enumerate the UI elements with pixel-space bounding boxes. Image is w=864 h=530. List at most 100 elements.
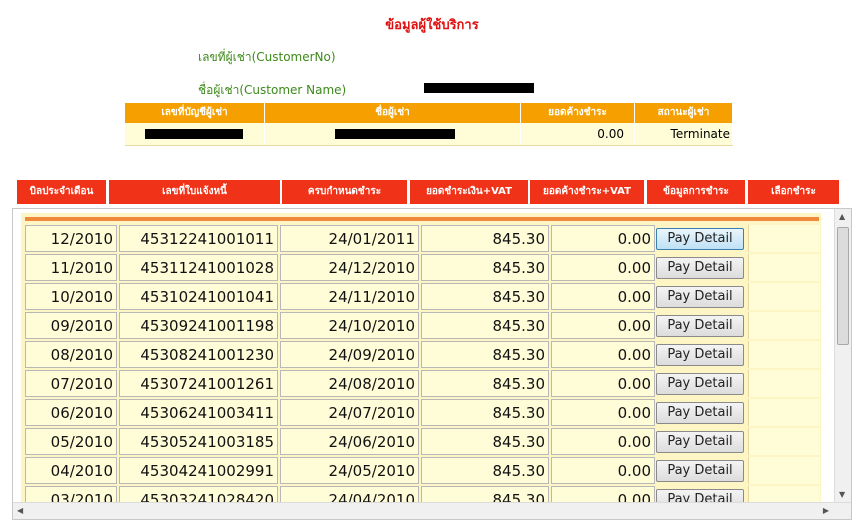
- bill-row: 12/2010 45312241001011 24/01/2011 845.30 0.0…: [25, 225, 821, 254]
- invoice-no-cell: 45306241003411: [119, 399, 278, 426]
- scroll-right-icon[interactable]: ▶: [823, 506, 829, 515]
- redacted-name: [424, 83, 534, 93]
- pay-detail-button[interactable]: Pay Detail: [656, 257, 744, 279]
- customer-name-cell: [265, 123, 521, 145]
- bill-list: 12/2010 45312241001011 24/01/2011 845.30 0.0…: [21, 213, 821, 503]
- col-due-date: ครบกำหนดชำระ: [282, 180, 407, 204]
- invoice-no-cell: 45307241001261: [119, 370, 278, 397]
- bill-month-cell: 06/2010: [25, 399, 117, 426]
- bill-month-cell: 04/2010: [25, 457, 117, 484]
- col-bill-month: บิลประจำเดือน: [17, 180, 106, 204]
- pay-detail-button[interactable]: Pay Detail: [656, 315, 744, 337]
- outstanding-vat-cell: 0.00: [551, 428, 655, 455]
- page-title: ข้อมูลผู้ใช้บริการ: [385, 18, 479, 33]
- outstanding-vat-cell: 0.00: [551, 312, 655, 339]
- outstanding-vat-cell: 0.00: [551, 370, 655, 397]
- bill-month-cell: 03/2010: [25, 486, 117, 503]
- status-cell: Terminate: [635, 123, 733, 145]
- vertical-scroll-thumb[interactable]: [837, 227, 849, 345]
- col-invoice-no: เลขที่ใบแจ้งหนี้: [109, 180, 280, 204]
- pay-detail-button[interactable]: Pay Detail: [656, 373, 744, 395]
- select-pay-cell[interactable]: [748, 341, 820, 368]
- bill-month-cell: 08/2010: [25, 341, 117, 368]
- bill-row: 06/2010 45306241003411 24/07/2010 845.30 0.0…: [25, 399, 821, 428]
- customer-no-label: เลขที่ผู้เช่า(CustomerNo): [198, 50, 336, 64]
- customer-table-header: เลขที่บัญชีผู้เช่า ชื่อผู้เช่า ยอดค้างชำ…: [125, 103, 733, 123]
- due-date-cell: 24/09/2010: [280, 341, 419, 368]
- select-pay-cell[interactable]: [748, 428, 820, 455]
- col-select-pay: เลือกชำระ: [748, 180, 839, 204]
- due-date-cell: 24/04/2010: [280, 486, 419, 503]
- due-date-cell: 24/11/2010: [280, 283, 419, 310]
- scroll-left-icon[interactable]: ◀: [17, 506, 23, 515]
- due-date-cell: 24/05/2010: [280, 457, 419, 484]
- due-date-cell: 24/08/2010: [280, 370, 419, 397]
- amount-vat-cell: 845.30: [421, 399, 549, 426]
- select-pay-cell[interactable]: [748, 254, 820, 281]
- vertical-scrollbar[interactable]: ▲ ▼: [834, 209, 851, 502]
- outstanding-vat-cell: 0.00: [551, 486, 655, 503]
- col-payment-info: ข้อมูลการชำระ: [647, 180, 745, 204]
- col-amount-vat: ยอดชำระเงิน+VAT: [410, 180, 528, 204]
- amount-vat-cell: 845.30: [421, 457, 549, 484]
- invoice-no-cell: 45303241028420: [119, 486, 278, 503]
- bill-month-cell: 11/2010: [25, 254, 117, 281]
- bill-row: 05/2010 45305241003185 24/06/2010 845.30 0.0…: [25, 428, 821, 457]
- select-pay-cell[interactable]: [748, 312, 820, 339]
- due-date-cell: 24/06/2010: [280, 428, 419, 455]
- bill-table-header: บิลประจำเดือน เลขที่ใบแจ้งหนี้ ครบกำหนดช…: [17, 180, 839, 204]
- invoice-no-cell: 45311241001028: [119, 254, 278, 281]
- amount-vat-cell: 845.30: [421, 283, 549, 310]
- col-outstanding: ยอดค้างชำระ: [521, 103, 635, 123]
- amount-vat-cell: 845.30: [421, 312, 549, 339]
- pay-detail-button[interactable]: Pay Detail: [656, 489, 744, 503]
- pay-detail-button[interactable]: Pay Detail: [656, 431, 744, 453]
- bill-row: 07/2010 45307241001261 24/08/2010 845.30 0.0…: [25, 370, 821, 399]
- pay-detail-button[interactable]: Pay Detail: [656, 228, 744, 250]
- invoice-no-cell: 45312241001011: [119, 225, 278, 252]
- pay-detail-button[interactable]: Pay Detail: [656, 402, 744, 424]
- select-pay-cell[interactable]: [748, 225, 820, 252]
- due-date-cell: 24/12/2010: [280, 254, 419, 281]
- select-pay-cell[interactable]: [748, 399, 820, 426]
- outstanding-vat-cell: 0.00: [551, 341, 655, 368]
- bill-row: 09/2010 45309241001198 24/10/2010 845.30 0.0…: [25, 312, 821, 341]
- select-pay-cell[interactable]: [748, 283, 820, 310]
- pay-detail-button[interactable]: Pay Detail: [656, 286, 744, 308]
- bill-row: 08/2010 45308241001230 24/09/2010 845.30 0.0…: [25, 341, 821, 370]
- bill-row: 11/2010 45311241001028 24/12/2010 845.30 0.0…: [25, 254, 821, 283]
- account-no-cell: [125, 123, 265, 145]
- outstanding-vat-cell: 0.00: [551, 399, 655, 426]
- select-pay-cell[interactable]: [748, 486, 820, 503]
- scroll-down-icon[interactable]: ▼: [839, 490, 845, 499]
- list-top-strip: [25, 217, 819, 221]
- customer-table: เลขที่บัญชีผู้เช่า ชื่อผู้เช่า ยอดค้างชำ…: [125, 103, 733, 146]
- select-pay-cell[interactable]: [748, 370, 820, 397]
- pay-detail-button[interactable]: Pay Detail: [656, 460, 744, 482]
- outstanding-vat-cell: 0.00: [551, 283, 655, 310]
- invoice-no-cell: 45309241001198: [119, 312, 278, 339]
- amount-vat-cell: 845.30: [421, 254, 549, 281]
- scroll-up-icon[interactable]: ▲: [839, 212, 845, 221]
- col-account-no: เลขที่บัญชีผู้เช่า: [125, 103, 265, 123]
- customer-name-label: ชื่อผู้เช่า(Customer Name): [198, 83, 347, 97]
- invoice-no-cell: 45308241001230: [119, 341, 278, 368]
- redacted-account: [145, 129, 243, 139]
- amount-vat-cell: 845.30: [421, 428, 549, 455]
- amount-vat-cell: 845.30: [421, 341, 549, 368]
- col-status: สถานะผู้เช่า: [635, 103, 733, 123]
- amount-vat-cell: 845.30: [421, 225, 549, 252]
- bill-month-cell: 07/2010: [25, 370, 117, 397]
- bill-row: 04/2010 45304241002991 24/05/2010 845.30 0.0…: [25, 457, 821, 486]
- amount-vat-cell: 845.30: [421, 370, 549, 397]
- customer-table-row: 0.00 Terminate: [125, 123, 733, 146]
- outstanding-vat-cell: 0.00: [551, 225, 655, 252]
- select-pay-cell[interactable]: [748, 457, 820, 484]
- due-date-cell: 24/10/2010: [280, 312, 419, 339]
- horizontal-scrollbar[interactable]: ◀ ▶: [13, 502, 851, 519]
- bill-scroll-area[interactable]: 12/2010 45312241001011 24/01/2011 845.30 0.0…: [12, 208, 852, 520]
- bill-month-cell: 09/2010: [25, 312, 117, 339]
- col-outstanding-vat: ยอดค้างชำระ+VAT: [530, 180, 644, 204]
- pay-detail-button[interactable]: Pay Detail: [656, 344, 744, 366]
- invoice-no-cell: 45305241003185: [119, 428, 278, 455]
